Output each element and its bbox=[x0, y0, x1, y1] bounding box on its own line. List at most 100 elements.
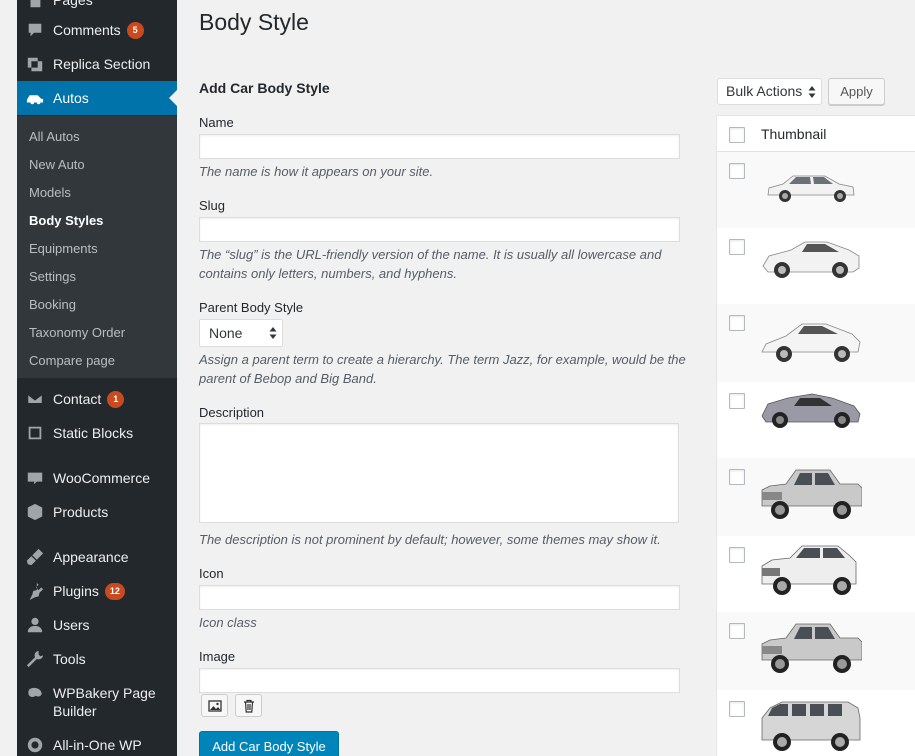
row-checkbox[interactable] bbox=[729, 393, 745, 409]
submenu-taxonomy-order[interactable]: Taxonomy Order bbox=[29, 325, 125, 340]
car-icon bbox=[25, 88, 45, 108]
menu-item-comments[interactable]: Comments 5 bbox=[17, 13, 177, 47]
comments-count-badge: 5 bbox=[126, 21, 144, 39]
pages-icon bbox=[25, 0, 45, 10]
name-label: Name bbox=[199, 115, 234, 130]
row-checkbox[interactable] bbox=[729, 701, 745, 717]
submenu-all-autos[interactable]: All Autos bbox=[29, 129, 80, 144]
menu-item-wpbakery[interactable]: WPBakery Page Builder bbox=[17, 678, 177, 724]
table-header: Thumbnail bbox=[717, 116, 915, 152]
parent-select-value: None bbox=[209, 325, 243, 341]
car-thumbnail-sedan[interactable] bbox=[760, 166, 862, 206]
tools-icon bbox=[25, 649, 45, 669]
admin-sidebar: Pages Comments 5 Replica Section Autos A… bbox=[17, 0, 177, 756]
menu-item-woocommerce[interactable]: WooCommerce bbox=[17, 461, 177, 495]
autos-submenu: All Autos New Auto Models Body Styles Eq… bbox=[17, 116, 177, 378]
plugins-count-badge: 12 bbox=[104, 582, 125, 600]
submenu-body-styles[interactable]: Body Styles bbox=[29, 213, 103, 228]
trash-icon bbox=[243, 699, 254, 713]
row-checkbox[interactable] bbox=[729, 547, 745, 563]
page-title: Body Style bbox=[199, 9, 309, 35]
row-checkbox[interactable] bbox=[729, 163, 745, 179]
description-textarea[interactable] bbox=[199, 423, 679, 523]
icon-input[interactable] bbox=[199, 585, 680, 610]
image-input[interactable] bbox=[199, 668, 680, 693]
image-icon bbox=[207, 699, 222, 712]
products-icon bbox=[25, 502, 45, 522]
menu-item-appearance[interactable]: Appearance bbox=[17, 540, 177, 574]
mail-icon bbox=[25, 389, 45, 409]
name-input[interactable] bbox=[199, 134, 680, 159]
icon-label: Icon bbox=[199, 566, 224, 581]
menu-item-all-in-one-wp[interactable]: All-in-One WP bbox=[17, 728, 177, 756]
upload-image-button[interactable] bbox=[201, 694, 228, 717]
submenu-booking[interactable]: Booking bbox=[29, 297, 76, 312]
table-row bbox=[717, 228, 915, 304]
apply-button[interactable]: Apply bbox=[828, 78, 885, 105]
car-thumbnail-pickup-truck[interactable] bbox=[760, 618, 862, 676]
bulk-actions-value: Bulk Actions bbox=[726, 83, 803, 99]
add-car-body-style-button[interactable]: Add Car Body Style bbox=[199, 731, 339, 756]
select-all-checkbox[interactable] bbox=[729, 127, 745, 143]
menu-item-autos[interactable]: Autos bbox=[17, 81, 177, 115]
replica-section-icon bbox=[25, 54, 45, 74]
row-checkbox[interactable] bbox=[729, 623, 745, 639]
row-checkbox[interactable] bbox=[729, 239, 745, 255]
static-blocks-icon bbox=[25, 423, 45, 443]
menu-item-users[interactable]: Users bbox=[17, 608, 177, 642]
description-help: The description is not prominent by defa… bbox=[199, 532, 661, 547]
slug-help: The “slug” is the URL-friendly version o… bbox=[199, 247, 662, 281]
menu-item-plugins[interactable]: Plugins 12 bbox=[17, 574, 177, 608]
name-help: The name is how it appears on your site. bbox=[199, 164, 434, 179]
menu-item-replica-section[interactable]: Replica Section bbox=[17, 47, 177, 81]
comments-icon bbox=[25, 20, 45, 40]
contact-count-badge: 1 bbox=[107, 390, 125, 408]
table-row bbox=[717, 382, 915, 458]
icon-help: Icon class bbox=[199, 615, 257, 630]
all-in-one-wp-icon bbox=[25, 735, 45, 755]
menu-item-products[interactable]: Products bbox=[17, 495, 177, 529]
appearance-icon bbox=[25, 547, 45, 567]
window-edge bbox=[0, 0, 17, 756]
woocommerce-icon bbox=[25, 468, 45, 488]
users-icon bbox=[25, 615, 45, 635]
image-label: Image bbox=[199, 649, 236, 664]
wpbakery-icon bbox=[25, 684, 45, 704]
body-styles-table: Thumbnail bbox=[716, 115, 915, 756]
column-thumbnail[interactable]: Thumbnail bbox=[761, 126, 826, 142]
remove-image-button[interactable] bbox=[235, 694, 262, 717]
car-thumbnail-hypercar[interactable] bbox=[760, 390, 862, 432]
parent-label: Parent Body Style bbox=[199, 300, 304, 315]
menu-item-static-blocks[interactable]: Static Blocks bbox=[17, 416, 177, 450]
submenu-settings[interactable]: Settings bbox=[29, 269, 76, 284]
car-thumbnail-pickup-truck[interactable] bbox=[760, 464, 862, 522]
parent-help: Assign a parent term to create a hierarc… bbox=[199, 352, 686, 386]
row-checkbox[interactable] bbox=[729, 315, 745, 331]
description-label: Description bbox=[199, 405, 265, 420]
select-arrows-icon bbox=[808, 86, 816, 98]
plugins-icon bbox=[25, 581, 45, 601]
slug-label: Slug bbox=[199, 198, 226, 213]
row-checkbox[interactable] bbox=[729, 469, 745, 485]
table-row bbox=[717, 690, 915, 756]
table-row bbox=[717, 458, 915, 536]
menu-item-tools[interactable]: Tools bbox=[17, 642, 177, 676]
table-row bbox=[717, 304, 915, 382]
submenu-equipments[interactable]: Equipments bbox=[29, 241, 98, 256]
car-thumbnail-sports-car[interactable] bbox=[760, 234, 862, 284]
slug-input[interactable] bbox=[199, 217, 680, 242]
table-row bbox=[717, 612, 915, 690]
car-thumbnail-van[interactable] bbox=[760, 696, 862, 754]
bulk-actions-select[interactable]: Bulk Actions bbox=[717, 78, 822, 105]
menu-item-contact[interactable]: Contact 1 bbox=[17, 382, 177, 416]
add-form-title: Add Car Body Style bbox=[199, 80, 330, 96]
table-row bbox=[717, 536, 915, 612]
car-thumbnail-supercar[interactable] bbox=[760, 314, 862, 364]
select-arrows-icon bbox=[269, 327, 277, 339]
submenu-models[interactable]: Models bbox=[29, 185, 71, 200]
submenu-compare-page[interactable]: Compare page bbox=[29, 353, 115, 368]
table-row bbox=[717, 152, 915, 228]
car-thumbnail-suv[interactable] bbox=[760, 542, 862, 598]
submenu-new-auto[interactable]: New Auto bbox=[29, 157, 85, 172]
parent-select[interactable]: None bbox=[199, 319, 283, 347]
